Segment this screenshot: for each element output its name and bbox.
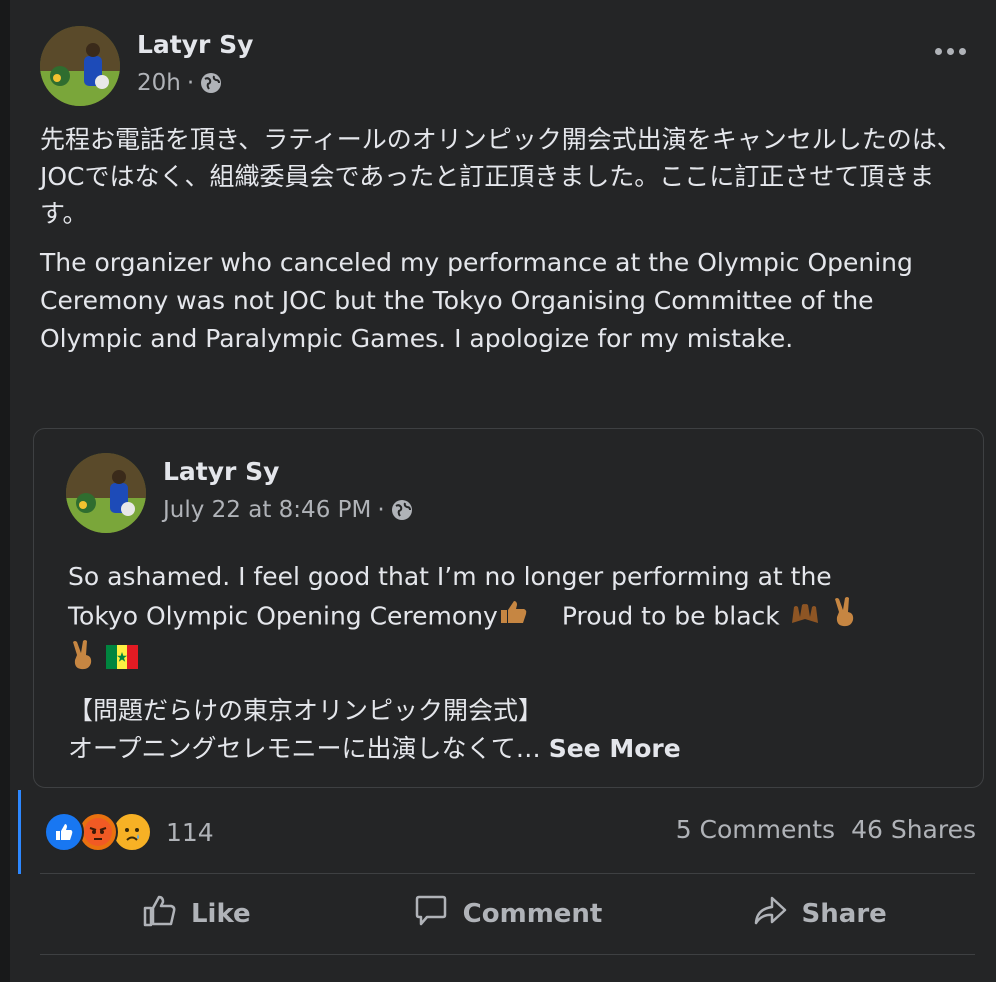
- post-card: Latyr Sy 20h · 先程お電話を頂き、ラティールのオリンピック開会式出…: [10, 0, 996, 982]
- engagement-stats: 5 Comments 46 Shares: [676, 812, 976, 848]
- like-reaction-icon: [44, 812, 84, 852]
- post-text-japanese: 先程お電話を頂き、ラティールのオリンピック開会式出演をキャンセルしたのは、JOC…: [40, 125, 962, 228]
- shared-line-2: Tokyo Olympic Opening Ceremony Proud to b…: [68, 596, 968, 639]
- post-time[interactable]: 20h: [137, 70, 181, 96]
- shared-line-4: オープニングセレモニーに出演しなくて… See More: [68, 734, 681, 763]
- share-label: Share: [801, 899, 887, 929]
- shared-line-1: So ashamed. I feel good that I’m no long…: [68, 562, 832, 591]
- thumbs-up-icon: [141, 893, 177, 936]
- sad-reaction-icon: [112, 812, 152, 852]
- raised-hands-emoji: [788, 597, 822, 638]
- post-text-english: The organizer who canceled my performanc…: [40, 248, 913, 353]
- shares-count[interactable]: 46 Shares: [851, 812, 976, 848]
- shared-avatar[interactable]: [66, 453, 146, 533]
- reactions-summary[interactable]: 114: [44, 812, 214, 852]
- shared-body: So ashamed. I feel good that I’m no long…: [68, 558, 968, 768]
- like-button[interactable]: Like: [40, 874, 352, 954]
- see-more-link[interactable]: See More: [549, 734, 681, 763]
- senegal-flag-emoji: [105, 642, 138, 680]
- shared-author-name[interactable]: Latyr Sy: [163, 457, 279, 486]
- focus-indicator: [18, 790, 21, 874]
- comments-count[interactable]: 5 Comments: [676, 812, 835, 848]
- shared-time[interactable]: July 22 at 8:46 PM: [163, 497, 371, 523]
- avatar[interactable]: [40, 26, 120, 106]
- thumbs-up-emoji: [498, 597, 528, 638]
- author-name[interactable]: Latyr Sy: [137, 30, 253, 59]
- shared-separator: ·: [377, 497, 385, 523]
- post-meta: 20h ·: [137, 70, 222, 96]
- globe-icon[interactable]: [391, 499, 413, 521]
- comment-label: Comment: [462, 899, 603, 929]
- shared-meta: July 22 at 8:46 PM ·: [163, 497, 413, 523]
- reaction-count[interactable]: 114: [166, 818, 214, 847]
- divider-bottom: [40, 954, 975, 955]
- shared-line-emoji: [68, 639, 968, 682]
- post-body: 先程お電話を頂き、ラティールのオリンピック開会式出演をキャンセルしたのは、JOC…: [40, 121, 970, 358]
- shared-line-3: 【問題だらけの東京オリンピック開会式】: [68, 696, 544, 725]
- shared-post[interactable]: Latyr Sy July 22 at 8:46 PM · So ashamed…: [33, 428, 984, 788]
- share-arrow-icon: [752, 893, 788, 936]
- comment-button[interactable]: Comment: [352, 874, 664, 954]
- victory-hand-emoji: [68, 639, 98, 682]
- victory-hand-emoji: [830, 596, 860, 639]
- like-label: Like: [190, 899, 251, 929]
- more-options-icon[interactable]: [935, 48, 966, 55]
- action-bar: Like Comment Share: [40, 874, 975, 954]
- globe-icon[interactable]: [200, 72, 222, 94]
- share-button[interactable]: Share: [663, 874, 975, 954]
- speech-bubble-icon: [413, 893, 449, 936]
- meta-separator: ·: [186, 70, 195, 96]
- angry-reaction-icon: [78, 812, 118, 852]
